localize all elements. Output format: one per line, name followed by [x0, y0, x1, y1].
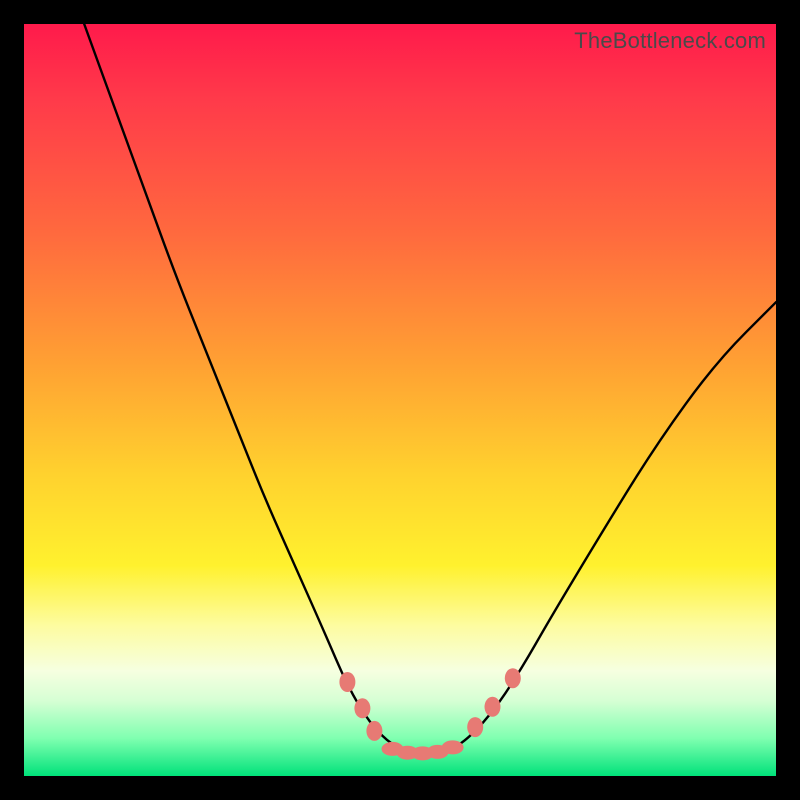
bead-left-lower [366, 721, 382, 741]
bead-left-mid [354, 698, 370, 718]
bead-right-mid [485, 697, 501, 717]
bead-group [339, 668, 520, 760]
bead-right-lower [467, 717, 483, 737]
bead-left-upper [339, 672, 355, 692]
bead-bottom-5 [442, 740, 464, 754]
plot-area: TheBottleneck.com [24, 24, 776, 776]
bottleneck-curve [84, 24, 776, 753]
outer-frame: TheBottleneck.com [0, 0, 800, 800]
bead-right-upper [505, 668, 521, 688]
curve-layer [24, 24, 776, 776]
